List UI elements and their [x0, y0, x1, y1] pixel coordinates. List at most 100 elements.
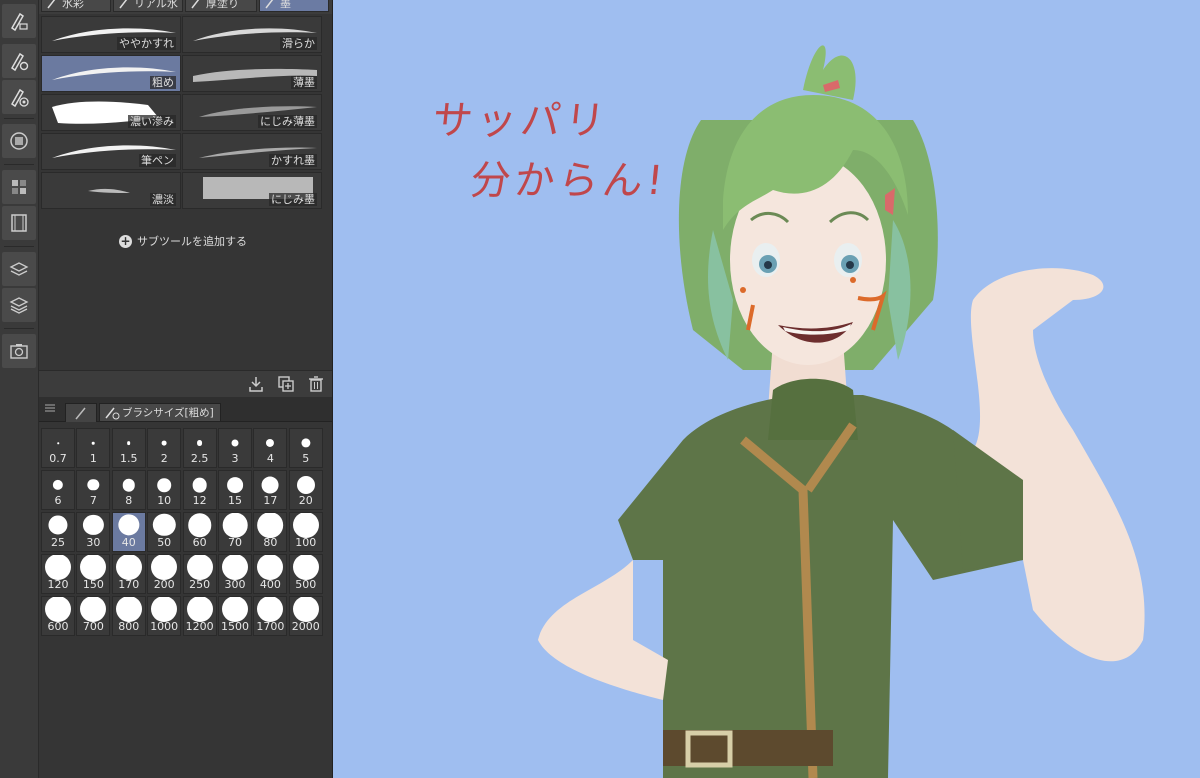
- brush-size-dot: [192, 477, 207, 493]
- brush-size-value: 0.7: [49, 452, 67, 465]
- toolbar-divider: [4, 118, 34, 119]
- brush-preset[interactable]: 薄墨: [182, 55, 322, 92]
- brush-size-option[interactable]: 170: [111, 554, 146, 594]
- brush-size-option[interactable]: 17: [253, 470, 288, 510]
- layers-icon[interactable]: [2, 288, 36, 322]
- brush-settings-icon[interactable]: [2, 44, 36, 78]
- brush-preset[interactable]: 粗め: [41, 55, 181, 92]
- grid-icon[interactable]: [2, 170, 36, 204]
- brush-size-option[interactable]: 700: [76, 596, 111, 636]
- brush-size-tab-label: ブラシサイズ[粗め]: [122, 407, 214, 419]
- brush-size-option[interactable]: 400: [253, 554, 288, 594]
- brush-icon: [265, 0, 274, 9]
- brush-size-dot: [48, 515, 68, 535]
- pen-brush-icon[interactable]: [2, 4, 36, 38]
- brush-size-option[interactable]: 20: [288, 470, 323, 510]
- brush-size-dot: [87, 479, 100, 491]
- brush-size-option[interactable]: 12: [182, 470, 217, 510]
- brush-size-dot: [261, 476, 279, 494]
- brush-size-option[interactable]: 10: [147, 470, 182, 510]
- tab-real-watercolor[interactable]: リアル水: [113, 0, 183, 12]
- brush-size-option[interactable]: 70: [218, 512, 252, 552]
- brush-size-dot: [186, 555, 213, 580]
- brush-size-option[interactable]: 7: [76, 470, 111, 510]
- brush-size-option[interactable]: 800: [111, 596, 146, 636]
- brush-size-option[interactable]: 25: [41, 512, 75, 552]
- brush-size-option[interactable]: 1700: [253, 596, 288, 636]
- brush-size-option[interactable]: 1500: [218, 596, 252, 636]
- brush-size-option[interactable]: 2000: [288, 596, 323, 636]
- brush-size-dot: [257, 597, 284, 622]
- brush-target-icon[interactable]: [2, 80, 36, 114]
- brush-size-option[interactable]: 1200: [182, 596, 217, 636]
- brush-size-option[interactable]: 1: [76, 428, 111, 468]
- brush-preset[interactable]: 筆ペン: [41, 133, 181, 170]
- add-subtool-label: サブツールを追加する: [137, 235, 247, 248]
- brush-size-option[interactable]: 2.5: [182, 428, 217, 468]
- brush-size-option[interactable]: 80: [253, 512, 288, 552]
- trash-icon[interactable]: [307, 375, 325, 393]
- camera-icon[interactable]: [2, 334, 36, 368]
- brush-size-value: 500: [295, 578, 317, 591]
- brush-icon: [119, 0, 128, 9]
- brush-size-value: 50: [157, 536, 172, 549]
- brush-size-option[interactable]: 8: [111, 470, 146, 510]
- brush-size-option[interactable]: 60: [182, 512, 217, 552]
- brush-size-option[interactable]: 0.7: [41, 428, 75, 468]
- brush-preset[interactable]: 濃淡: [41, 172, 181, 209]
- brush-size-option[interactable]: 30: [76, 512, 111, 552]
- brush-preset[interactable]: かすれ墨: [182, 133, 322, 170]
- brush-size-option[interactable]: 1.5: [111, 428, 146, 468]
- layers-properties-icon[interactable]: [2, 252, 36, 286]
- brush-size-value: 700: [82, 620, 104, 633]
- tab-tool-property[interactable]: [65, 403, 97, 422]
- tab-thick-paint[interactable]: 厚塗り: [185, 0, 257, 12]
- toolbar-divider: [4, 246, 34, 247]
- tab-brush-size[interactable]: ブラシサイズ[粗め]: [99, 403, 221, 421]
- brush-preset[interactable]: にじみ墨: [182, 172, 322, 209]
- tab-ink[interactable]: 墨: [259, 0, 329, 12]
- brush-size-option[interactable]: 150: [76, 554, 111, 594]
- brush-size-option[interactable]: 2: [147, 428, 182, 468]
- brush-size-value: 400: [259, 578, 281, 591]
- brush-size-dot: [231, 439, 239, 447]
- brush-size-option[interactable]: 200: [147, 554, 182, 594]
- brush-size-option[interactable]: 1000: [147, 596, 182, 636]
- brush-size-option[interactable]: 250: [182, 554, 217, 594]
- duplicate-icon[interactable]: [277, 375, 295, 393]
- brush-size-option[interactable]: 3: [218, 428, 252, 468]
- brush-size-option[interactable]: 600: [41, 596, 75, 636]
- brush-size-option[interactable]: 100: [288, 512, 323, 552]
- menu-icon[interactable]: [45, 403, 55, 413]
- brush-preset-label: にじみ薄墨: [258, 115, 317, 128]
- brush-size-dot: [196, 440, 203, 446]
- filmstrip-icon[interactable]: [2, 206, 36, 240]
- brush-size-dot: [296, 476, 315, 494]
- brush-size-option[interactable]: 15: [218, 470, 252, 510]
- brush-size-dot: [301, 438, 311, 448]
- drawing-canvas[interactable]: サッパリ 分からん!: [333, 0, 1200, 778]
- brush-size-option[interactable]: 500: [288, 554, 323, 594]
- brush-size-option[interactable]: 50: [147, 512, 182, 552]
- brush-preset[interactable]: ややかすれ: [41, 16, 181, 53]
- brush-preset[interactable]: 滑らか: [182, 16, 322, 53]
- brush-preset[interactable]: にじみ薄墨: [182, 94, 322, 131]
- brush-size-value: 3: [231, 452, 239, 465]
- layer-color-icon[interactable]: [2, 124, 36, 158]
- brush-size-option[interactable]: 120: [41, 554, 75, 594]
- brush-size-option[interactable]: 4: [253, 428, 288, 468]
- brush-size-value: 1.5: [120, 452, 138, 465]
- brush-size-value: 7: [89, 494, 97, 507]
- brush-size-dot: [222, 597, 248, 622]
- brush-size-dot: [222, 555, 248, 580]
- toolbar-divider: [4, 328, 34, 329]
- brush-preset[interactable]: 濃い滲み: [41, 94, 181, 131]
- brush-size-option[interactable]: 6: [41, 470, 75, 510]
- brush-size-option[interactable]: 300: [218, 554, 252, 594]
- add-subtool-button[interactable]: + サブツールを追加する: [119, 233, 247, 249]
- brush-size-option[interactable]: 5: [288, 428, 323, 468]
- brush-size-option[interactable]: 40: [111, 512, 146, 552]
- tab-watercolor[interactable]: 水彩: [41, 0, 111, 12]
- import-icon[interactable]: [247, 375, 265, 393]
- brush-size-dot: [187, 513, 212, 537]
